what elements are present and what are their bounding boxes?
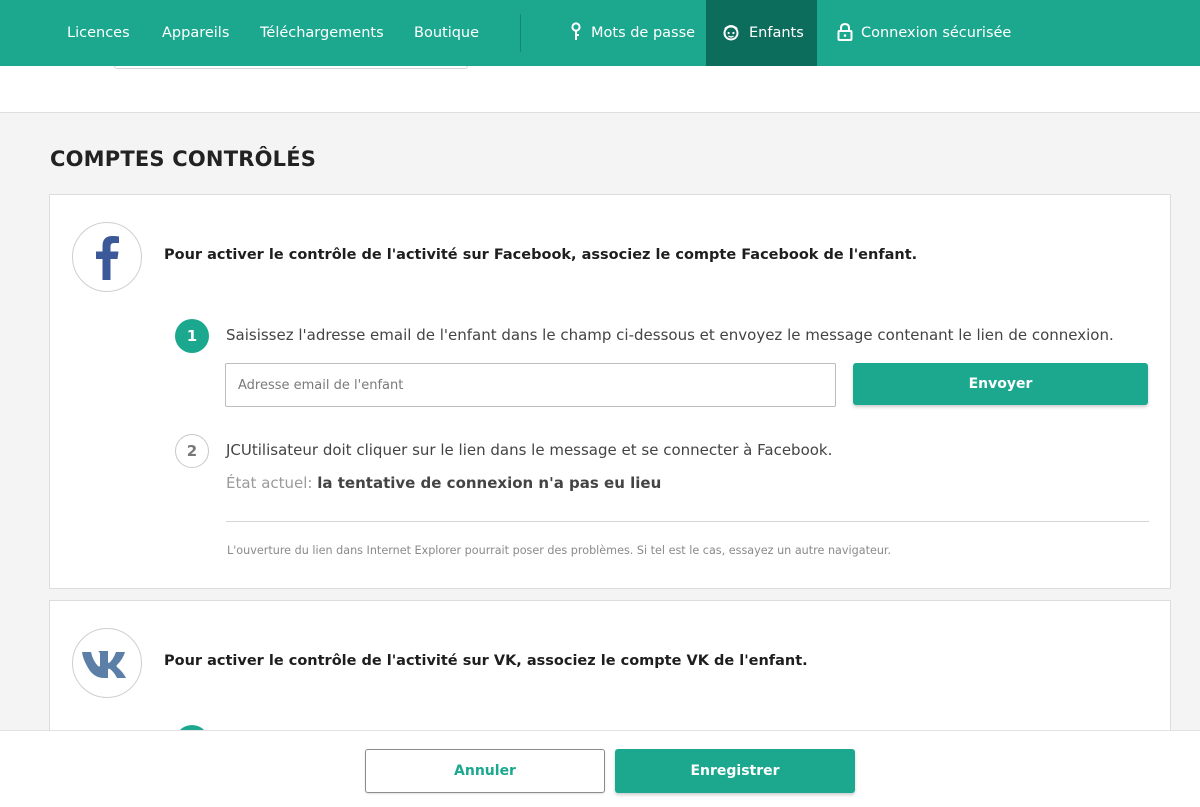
vk-logo <box>72 628 142 698</box>
step-2-badge: 2 <box>175 434 209 468</box>
status-value: la tentative de connexion n'a pas eu lie… <box>317 474 662 492</box>
child-email-input[interactable] <box>225 363 836 407</box>
nav-licences-label: Licences <box>67 25 130 41</box>
previous-input-edge <box>114 66 468 69</box>
nav-divider <box>520 14 521 52</box>
child-icon <box>723 25 739 41</box>
nav-telechargements-label: Téléchargements <box>260 25 384 41</box>
nav-mots-de-passe-label: Mots de passe <box>591 25 696 41</box>
nav-connexion-securisee[interactable]: Connexion sécurisée <box>834 0 1014 66</box>
send-button[interactable]: Envoyer <box>853 363 1148 405</box>
nav-telechargements[interactable]: Téléchargements <box>260 0 384 66</box>
lock-icon <box>837 22 853 41</box>
top-navigation: Licences Appareils Téléchargements Bouti… <box>0 0 1200 66</box>
action-bar: Annuler Enregistrer <box>0 730 1200 807</box>
nav-mots-de-passe[interactable]: Mots de passe <box>565 0 695 66</box>
step-1-badge: 1 <box>175 319 209 353</box>
vk-card-heading: Pour activer le contrôle de l'activité s… <box>164 653 808 669</box>
facebook-logo <box>72 222 142 292</box>
facebook-card-heading: Pour activer le contrôle de l'activité s… <box>164 247 918 263</box>
nav-enfants-label: Enfants <box>749 25 804 41</box>
nav-boutique[interactable]: Boutique <box>414 0 479 66</box>
facebook-account-card: Pour activer le contrôle de l'activité s… <box>49 194 1171 589</box>
key-icon <box>571 22 581 40</box>
cancel-button[interactable]: Annuler <box>365 749 605 793</box>
vk-icon <box>82 651 126 678</box>
previous-section-strip <box>0 66 1200 113</box>
nav-boutique-label: Boutique <box>414 25 480 41</box>
step-2-text: JCUtilisateur doit cliquer sur le lien d… <box>226 441 833 459</box>
save-button[interactable]: Enregistrer <box>615 749 855 793</box>
status-label: État actuel: <box>226 474 313 492</box>
nav-enfants[interactable]: Enfants <box>706 0 817 66</box>
nav-appareils-label: Appareils <box>162 25 230 41</box>
nav-appareils[interactable]: Appareils <box>162 0 229 66</box>
nav-licences[interactable]: Licences <box>67 0 130 66</box>
nav-connexion-securisee-label: Connexion sécurisée <box>861 25 1012 41</box>
browser-note: L'ouverture du lien dans Internet Explor… <box>227 544 892 557</box>
step-1-text: Saisissez l'adresse email de l'enfant da… <box>226 326 1114 344</box>
connection-status: État actuel: la tentative de connexion n… <box>226 474 661 492</box>
page-title: COMPTES CONTRÔLÉS <box>50 147 317 171</box>
facebook-icon <box>96 236 119 280</box>
card-divider <box>226 521 1149 522</box>
